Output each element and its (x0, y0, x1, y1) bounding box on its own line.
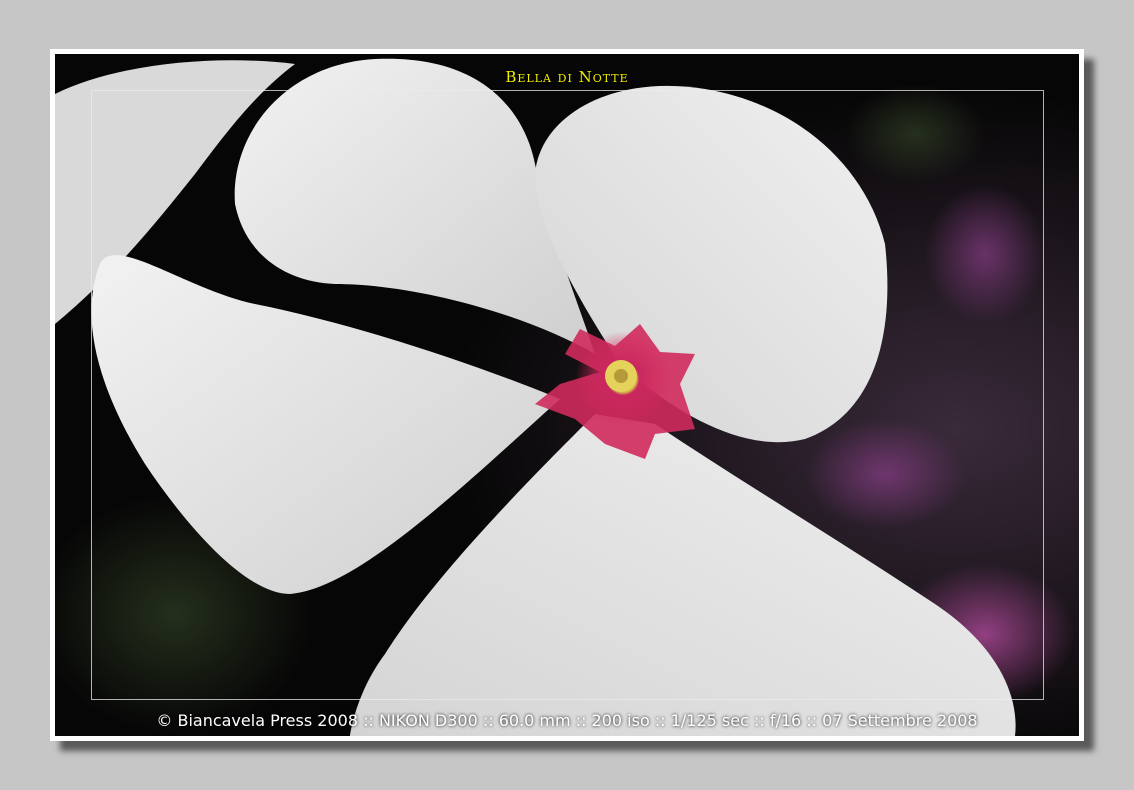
photo-title: Bella di Notte (505, 68, 629, 86)
flower-photo: Bella di Notte © Biancavela Press 2008 :… (55, 54, 1079, 736)
white-photo-frame: Bella di Notte © Biancavela Press 2008 :… (50, 49, 1084, 741)
photo-caption: © Biancavela Press 2008 :: NIKON D300 ::… (156, 711, 978, 730)
flower-image (55, 54, 1079, 736)
